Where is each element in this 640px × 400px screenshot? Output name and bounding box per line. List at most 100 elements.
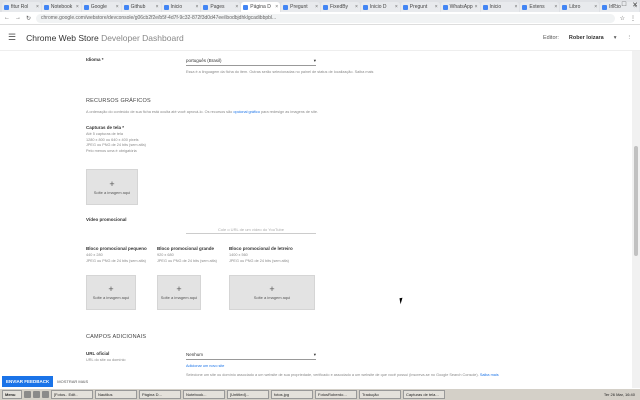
feedback-bar: ENVIAR FEEDBACK MOSTRAR MAIS	[2, 376, 88, 387]
tab-close-icon[interactable]: ×	[594, 4, 597, 10]
taskbar-window-button[interactable]: FotosRoberdo...	[315, 390, 357, 399]
url-input[interactable]: chrome.google.com/webstore/devconsole/g0…	[36, 13, 615, 23]
tab-close-icon[interactable]: ×	[355, 4, 358, 10]
screenshots-upload[interactable]: + Solte a imagem aqui	[86, 169, 138, 205]
chevron-down-icon: ▾	[313, 58, 316, 63]
taskbar-window-button[interactable]: Capturas de tela...	[403, 390, 445, 399]
tab-favicon-icon	[402, 4, 408, 10]
user-dropdown-icon[interactable]: ▾	[614, 35, 617, 41]
large-tile-upload[interactable]: + Solte a imagem aqui	[157, 275, 201, 310]
mouse-cursor-icon	[399, 297, 404, 305]
tab-favicon-icon	[362, 4, 368, 10]
close-icon[interactable]: ✕	[632, 1, 638, 9]
marquee-tile-label: Bloco promocional de letreiro	[229, 246, 293, 251]
browser-tab[interactable]: FixedBy ×	[321, 2, 360, 12]
taskbar-window-button[interactable]: Nautilus	[95, 390, 137, 399]
taskbar-window-button[interactable]: Página D...	[139, 390, 181, 399]
more-vert-icon[interactable]: ⋮	[627, 35, 633, 41]
browser-tab[interactable]: Libro ×	[560, 2, 600, 12]
browser-tab[interactable]: WhatsApp ×	[440, 2, 480, 12]
official-url-help-text: Selecione um site ou domínio associado a…	[186, 373, 479, 377]
tab-close-icon[interactable]: ×	[156, 4, 159, 10]
launcher-icon[interactable]	[24, 391, 31, 398]
tab-close-icon[interactable]: ×	[195, 4, 198, 10]
graphics-hint-link[interactable]: opcional gráfico	[233, 110, 260, 114]
upload-label: Solte a imagem aqui	[160, 295, 198, 300]
tab-close-icon[interactable]: ×	[76, 4, 79, 10]
launcher-icon[interactable]	[33, 391, 40, 398]
browser-tab[interactable]: Inicio ×	[161, 2, 201, 12]
send-feedback-button[interactable]: ENVIAR FEEDBACK	[2, 376, 54, 387]
taskbar-window-button[interactable]: Notebook...	[183, 390, 225, 399]
app-title-sub: Developer Dashboard	[101, 32, 184, 43]
tab-close-icon[interactable]: ×	[514, 4, 517, 10]
start-menu-button[interactable]: Menu	[2, 390, 22, 399]
browser-tab[interactable]: Inicio D ×	[360, 2, 400, 12]
browser-tab[interactable]: Notebook ×	[41, 2, 81, 12]
forward-icon[interactable]: →	[15, 15, 21, 21]
official-url-detail: URL do site ou domínio	[86, 358, 126, 362]
hamburger-icon[interactable]: ☰	[8, 32, 16, 43]
taskbar-window-button[interactable]: fotos.jpg	[271, 390, 313, 399]
graphics-hint-text: A ordenação do conteúdo de sua ficha est…	[86, 110, 233, 114]
scrollbar-thumb[interactable]	[634, 146, 638, 256]
taskbar-window-button[interactable]: [Untitled]...	[227, 390, 269, 399]
user-name[interactable]: Rober loizara	[569, 35, 604, 41]
official-url-select[interactable]: Nenhum ▾	[186, 352, 316, 360]
tab-close-icon[interactable]: ×	[275, 4, 278, 10]
language-value: português (Brasil)	[186, 58, 222, 63]
launcher-icon[interactable]	[42, 391, 49, 398]
star-icon[interactable]: ☆	[620, 15, 625, 22]
tab-close-icon[interactable]: ×	[235, 4, 238, 10]
tab-favicon-icon	[43, 4, 49, 10]
tab-close-icon[interactable]: ×	[554, 4, 557, 10]
minimize-icon[interactable]: –	[612, 1, 616, 9]
tab-label: Pages	[210, 4, 225, 10]
browser-tab[interactable]: fitur Rol ×	[2, 2, 41, 12]
taskbar-window-button[interactable]: Tradução	[359, 390, 401, 399]
marquee-tile-upload[interactable]: + Solte a imagem aqui	[229, 275, 315, 310]
official-url-label: URL oficial	[86, 351, 110, 356]
browser-tab[interactable]: Extens ×	[520, 2, 560, 12]
add-site-link[interactable]: Adicionar um novo site	[186, 364, 224, 370]
tab-label: Notebook	[50, 4, 73, 10]
show-more-link[interactable]: MOSTRAR MAIS	[57, 379, 88, 384]
chevron-down-icon: ▾	[313, 352, 316, 357]
tab-close-icon[interactable]: ×	[395, 4, 398, 10]
tab-close-icon[interactable]: ×	[315, 4, 318, 10]
browser-tab[interactable]: Página D ×	[241, 2, 281, 12]
browser-tab[interactable]: Google ×	[81, 2, 121, 12]
browser-tab[interactable]: Pregunt ×	[400, 2, 440, 12]
window-controls: – □ ✕	[612, 1, 638, 9]
scrollbar[interactable]	[632, 51, 640, 388]
tab-favicon-icon	[83, 4, 89, 10]
back-icon[interactable]: ←	[4, 15, 10, 21]
tab-close-icon[interactable]: ×	[475, 4, 478, 10]
publisher-label: Editor:	[542, 34, 559, 41]
quick-launch	[24, 391, 49, 398]
tab-close-icon[interactable]: ×	[435, 4, 438, 10]
tab-favicon-icon	[602, 4, 608, 10]
browser-tab[interactable]: Github ×	[121, 2, 161, 12]
tab-favicon-icon	[123, 4, 129, 10]
maximize-icon[interactable]: □	[622, 1, 626, 9]
official-url-help-link[interactable]: Saiba mais	[480, 373, 499, 377]
browser-tab[interactable]: Pages ×	[201, 2, 241, 12]
main-content: Idioma * português (Brasil) ▾ Essa é a l…	[0, 51, 632, 388]
small-tile-upload[interactable]: + Solte a imagem aqui	[86, 275, 136, 310]
tab-favicon-icon	[522, 4, 528, 10]
browser-tab[interactable]: Inicio ×	[480, 2, 520, 12]
taskbar-window-button[interactable]: [Fotos.. Edit..	[51, 390, 93, 399]
tab-label: Pregunt	[409, 4, 428, 10]
tab-label: Extens	[529, 4, 545, 10]
small-tile-details: 440 x 280 JPEG ou PNG de 24 bits (sem al…	[86, 253, 146, 264]
tab-label: Inicio	[489, 4, 502, 10]
browser-tab[interactable]: Pregunt ×	[281, 2, 320, 12]
app-title-main: Chrome Web Store	[26, 32, 99, 43]
video-url-input[interactable]: Cole o URL de um vídeo do YouTube	[186, 227, 316, 234]
browser-menu-icon[interactable]: ⋮	[630, 15, 636, 22]
tab-close-icon[interactable]: ×	[36, 4, 39, 10]
reload-icon[interactable]: ↻	[26, 15, 31, 22]
tab-close-icon[interactable]: ×	[116, 4, 119, 10]
language-select[interactable]: português (Brasil) ▾	[186, 58, 316, 66]
